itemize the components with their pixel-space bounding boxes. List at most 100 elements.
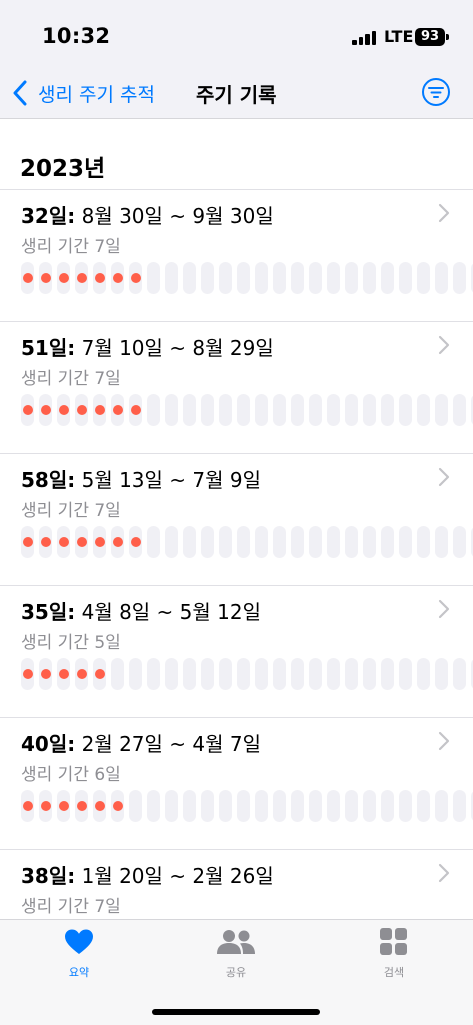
chevron-right-icon: [438, 599, 450, 619]
cycle-row[interactable]: 58일: 5월 13일 ~ 7월 9일생리 기간 7일: [0, 453, 473, 586]
back-button[interactable]: 생리 주기 추적: [38, 80, 155, 107]
cycle-day-dot: [201, 790, 214, 822]
cycle-day-dot: [381, 262, 394, 294]
period-duration: 생리 기간 7일: [21, 501, 121, 521]
cycle-day-dot: [417, 526, 430, 558]
cycle-day-dot: [381, 658, 394, 690]
cycle-day-strip: [21, 394, 473, 428]
cycle-day-dot: [165, 394, 178, 426]
battery-nub: [446, 34, 449, 40]
tab-summary-label: 요약: [68, 966, 90, 979]
cycle-day-dot: [453, 658, 466, 690]
period-day-dot: [129, 394, 142, 426]
cycle-day-dot: [327, 262, 340, 294]
cycle-day-dot: [417, 790, 430, 822]
cycle-day-strip: [21, 526, 473, 560]
cycle-day-dot: [345, 262, 358, 294]
tab-search[interactable]: 검색: [344, 920, 444, 990]
period-day-dot: [111, 262, 124, 294]
cycle-date-range: 4월 8일 ~ 5월 12일: [75, 600, 262, 624]
period-day-dot: [57, 526, 70, 558]
cycle-day-dot: [201, 262, 214, 294]
cycle-day-dot: [309, 262, 322, 294]
cycle-day-dot: [201, 526, 214, 558]
cycle-day-dot: [399, 526, 412, 558]
period-day-dot: [57, 262, 70, 294]
home-indicator: [152, 1009, 320, 1015]
cycle-day-strip: [21, 262, 473, 296]
period-day-dot: [21, 526, 34, 558]
period-day-dot: [21, 658, 34, 690]
cycle-day-dot: [273, 526, 286, 558]
cycle-title: 32일: 8월 30일 ~ 9월 30일: [21, 200, 274, 229]
grid-icon: [380, 928, 407, 955]
chevron-right-icon: [438, 335, 450, 355]
cycle-day-dot: [237, 526, 250, 558]
cycle-day-dot: [129, 790, 142, 822]
cycle-row[interactable]: 35일: 4월 8일 ~ 5월 12일 생리 기간 5일: [0, 585, 473, 718]
cycle-day-dot: [255, 526, 268, 558]
cycle-day-dot: [309, 658, 322, 690]
cycle-day-dot: [237, 394, 250, 426]
period-day-dot: [57, 394, 70, 426]
cycle-day-dot: [381, 790, 394, 822]
cycle-history-list[interactable]: 2023년 32일: 8월 30일 ~ 9월 30일 생리 기간 7일 51일: 7…: [0, 119, 473, 919]
cycle-title: 58일: 5월 13일 ~ 7월 9일: [21, 464, 261, 493]
cycle-row[interactable]: 40일: 2월 27일 ~ 4월 7일 생리 기간 6일: [0, 717, 473, 850]
chevron-right-icon: [438, 467, 450, 487]
tab-search-label: 검색: [383, 966, 405, 979]
cycle-day-dot: [453, 262, 466, 294]
cycle-day-dot: [129, 658, 142, 690]
period-day-dot: [93, 394, 106, 426]
battery-icon: 93: [415, 28, 445, 46]
period-day-dot: [75, 262, 88, 294]
cycle-day-dot: [183, 262, 196, 294]
cycle-day-dot: [363, 394, 376, 426]
cycle-day-dot: [399, 394, 412, 426]
cycle-day-dot: [165, 262, 178, 294]
period-day-dot: [75, 790, 88, 822]
cycle-row[interactable]: 32일: 8월 30일 ~ 9월 30일 생리 기간 7일: [0, 189, 473, 322]
status-time: 10:32: [42, 24, 111, 48]
cycle-day-dot: [147, 658, 160, 690]
cycle-day-dot: [291, 658, 304, 690]
cycle-day-dot: [435, 790, 448, 822]
cycle-day-dot: [417, 658, 430, 690]
period-day-dot: [129, 262, 142, 294]
cycle-day-dot: [453, 394, 466, 426]
cycle-date-range: 8월 30일 ~ 9월 30일: [75, 204, 274, 228]
period-day-dot: [21, 394, 34, 426]
navigation-bar: 생리 주기 추적 주기 기록: [0, 72, 473, 118]
period-day-dot: [93, 262, 106, 294]
cycle-day-dot: [435, 526, 448, 558]
period-duration: 생리 기간 6일: [21, 765, 121, 785]
filter-icon[interactable]: [421, 77, 451, 107]
cycle-day-dot: [309, 790, 322, 822]
cycle-title: 38일: 1월 20일 ~ 2월 26일: [21, 860, 274, 889]
cycle-day-dot: [219, 526, 232, 558]
cycle-length: 35일:: [21, 600, 76, 624]
cycle-day-dot: [363, 790, 376, 822]
cycle-day-dot: [345, 790, 358, 822]
cycle-day-dot: [147, 394, 160, 426]
cycle-day-dot: [165, 658, 178, 690]
cycle-row[interactable]: 51일: 7월 10일 ~ 8월 29일 생리 기간 7일: [0, 321, 473, 454]
cycle-day-dot: [237, 658, 250, 690]
tab-summary[interactable]: 요약: [29, 920, 129, 990]
period-day-dot: [21, 262, 34, 294]
back-chevron-icon[interactable]: [11, 80, 29, 106]
cycle-day-dot: [327, 526, 340, 558]
period-day-dot: [93, 526, 106, 558]
cycle-day-dot: [219, 262, 232, 294]
cycle-day-dot: [255, 262, 268, 294]
heart-icon: [65, 929, 93, 954]
cycle-day-dot: [435, 394, 448, 426]
tab-sharing[interactable]: 공유: [186, 920, 286, 990]
cycle-day-strip: [21, 790, 473, 824]
cycle-row[interactable]: 38일: 1월 20일 ~ 2월 26일 생리 기간 7일: [0, 849, 473, 919]
page-title: 주기 기록: [196, 83, 277, 107]
period-day-dot: [75, 658, 88, 690]
period-day-dot: [75, 526, 88, 558]
cycle-day-dot: [219, 790, 232, 822]
section-header-year: 2023년: [20, 156, 106, 182]
